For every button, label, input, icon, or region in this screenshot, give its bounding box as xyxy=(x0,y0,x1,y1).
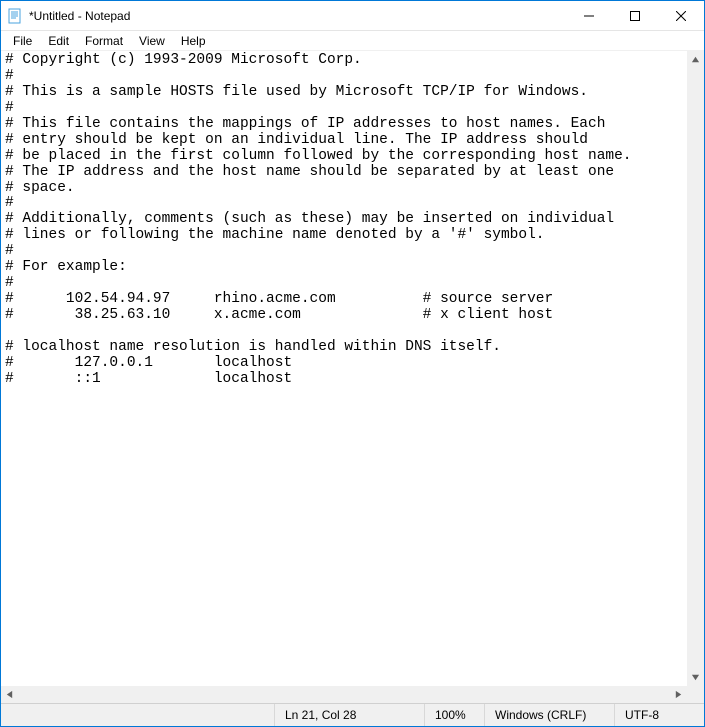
menu-view[interactable]: View xyxy=(131,33,173,49)
scroll-down-icon[interactable] xyxy=(687,669,704,686)
status-encoding: UTF-8 xyxy=(614,704,704,726)
notepad-app-icon xyxy=(7,8,23,24)
close-button[interactable] xyxy=(658,1,704,30)
status-cursor-position: Ln 21, Col 28 xyxy=(274,704,424,726)
text-editor[interactable]: # Copyright (c) 1993-2009 Microsoft Corp… xyxy=(1,51,704,703)
status-zoom: 100% xyxy=(424,704,484,726)
scrollbar-corner xyxy=(687,686,704,703)
minimize-button[interactable] xyxy=(566,1,612,30)
notepad-window: *Untitled - Notepad File Edit Format Vie… xyxy=(0,0,705,727)
status-line-ending: Windows (CRLF) xyxy=(484,704,614,726)
horizontal-scrollbar[interactable] xyxy=(1,686,687,703)
menu-file[interactable]: File xyxy=(5,33,40,49)
vertical-scroll-track[interactable] xyxy=(687,68,704,669)
menubar: File Edit Format View Help xyxy=(1,31,704,51)
maximize-button[interactable] xyxy=(612,1,658,30)
vertical-scrollbar[interactable] xyxy=(687,51,704,686)
menu-edit[interactable]: Edit xyxy=(40,33,77,49)
scroll-right-icon[interactable] xyxy=(670,686,687,703)
editor-area: # Copyright (c) 1993-2009 Microsoft Corp… xyxy=(1,51,704,703)
scroll-left-icon[interactable] xyxy=(1,686,18,703)
titlebar[interactable]: *Untitled - Notepad xyxy=(1,1,704,31)
menu-help[interactable]: Help xyxy=(173,33,214,49)
statusbar: Ln 21, Col 28 100% Windows (CRLF) UTF-8 xyxy=(1,703,704,726)
window-controls xyxy=(566,1,704,30)
window-title: *Untitled - Notepad xyxy=(29,9,130,23)
menu-format[interactable]: Format xyxy=(77,33,131,49)
scroll-up-icon[interactable] xyxy=(687,51,704,68)
horizontal-scroll-track[interactable] xyxy=(18,686,670,703)
